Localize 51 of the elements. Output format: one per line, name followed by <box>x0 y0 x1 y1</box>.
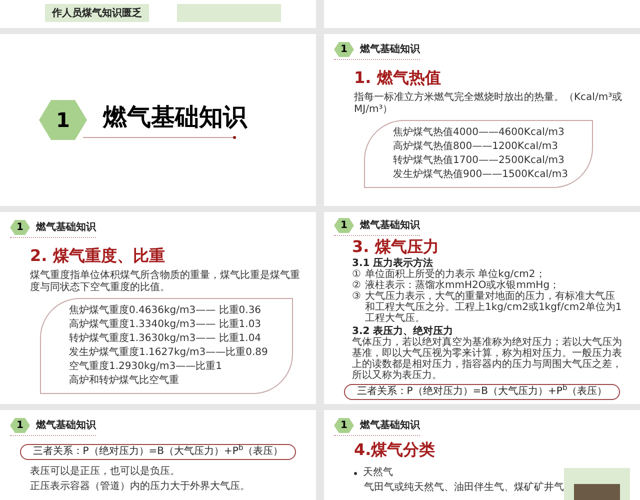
slide[interactable] <box>324 212 640 404</box>
slide[interactable]: 1 燃气基础知识 <box>0 34 316 206</box>
value-line: 高炉煤气重度1.3340kg/m3—— 比重1.03 <box>69 318 262 332</box>
subheading: 3.2 表压力、绝对压力 <box>352 326 454 337</box>
section-label: 燃气基础知识 <box>360 418 420 433</box>
section-label: 燃气基础知识 <box>36 418 96 433</box>
text-panel: 作人员煤气知识匮乏 <box>45 4 149 22</box>
slide-description: 指每一标准立方米燃气完全燃烧时放出的热量。（Kcal/m³或MJ/m³） <box>353 92 624 116</box>
value-line: 发生炉煤气热值900——1500Kcal/m3 <box>393 168 568 182</box>
slide[interactable]: 1 燃气基础知识 1. 燃气热值 指每一标准立方米燃气完全燃烧时放出的热量。（Kcal/m³或MJ/m³） 焦炉煤气热值4000——4600Kcal/m3 高炉煤气热值800——1200Kcal/m3 转炉煤气热值1700——2500Kcal/m3 发生炉煤气热值900——1500Kcal/m3 <box>324 34 640 206</box>
value-line: 转炉煤气热值1700——2500Kcal/m3 <box>393 154 566 168</box>
slide-title: 2. 煤气重度、比重 <box>29 246 166 266</box>
value-line: 焦炉煤气重度0.4636kg/m3—— 比重0.36 <box>69 304 262 318</box>
list-item-text: 大气压力表示，大气的重量对地面的压力，有标准大气压和工程大气压之分。工程上1kg/cm2或1kgf/cm2单位为1工程大气压。 <box>364 291 623 324</box>
section-number-badge: 1 <box>334 218 354 233</box>
section-number-badge: 1 <box>334 42 354 57</box>
section-title: 燃气基础知识 <box>103 102 247 132</box>
slide-title: 3. 煤气压力 <box>351 237 440 257</box>
slide[interactable]: 作人员煤气知识匮乏 <box>0 0 316 28</box>
value-line: 转炉煤气重度1.3630kg/m3—— 比重1.04 <box>69 332 262 346</box>
formula-box: 三者关系：P（绝对压力）=B（大气压力）+P$^{b}$（表压） <box>20 444 296 460</box>
formula-box: 三者关系：P（绝对压力）=B（大气压力）+P$^{b}$（表压） <box>344 384 620 400</box>
value-line: 发生炉煤气重度1.1627kg/m3——比重0.89 <box>69 346 268 360</box>
section-label: 燃气基础知识 <box>36 220 96 235</box>
section-number-badge: 1 <box>39 100 87 140</box>
section-number-badge: 1 <box>10 418 30 433</box>
slide[interactable]: 1 燃气基础知识 三者关系：P（绝对压力）=B（大气压力）+P$^{b}$（表压） 表压可以是正压，也可以是负压。 正压表示容器（管道）内的压力大于外界大气压。 <box>0 410 316 500</box>
slide-title: 1. 燃气热值 <box>353 68 442 88</box>
subheading: 3.1 压力表示方法 <box>352 258 434 269</box>
slide[interactable] <box>0 212 316 404</box>
section-number-badge: 1 <box>334 418 354 433</box>
slide-title: 4.煤气分类 <box>354 440 436 460</box>
list-marker: ① <box>352 269 361 280</box>
note-line: 正压表示容器（管道）内的压力大于外界大气压。 <box>30 481 251 493</box>
list-marker: ② <box>352 280 361 291</box>
list-marker: ③ <box>352 291 361 304</box>
bullet-text: 天然气 <box>363 467 393 479</box>
slide[interactable]: 1 燃气基础知识 4.煤气分类 天然气 气田气或纯天然气、油田伴生气、煤矿矿井气 <box>324 410 640 500</box>
list-item-text: 单位面积上所受的力表示 单位kg/cm2； <box>364 269 546 280</box>
paragraph: 气体压力，若以绝对真空为基准称为绝对压力；若以大气压为基准，即以大气压视为零来计算，称为相对压力。一般压力表上的读数都是相对压力，指容器内的压力与周围大气压之差，所以又称为表压力。 <box>352 337 623 381</box>
slide-description: 煤气重度指单位体积煤气所含物质的重量，煤气比重是煤气重度与同状态下空气重度的比值。 <box>29 270 301 294</box>
value-line: 高炉和转炉煤气比空气重 <box>69 374 180 388</box>
list-item-text: 液柱表示：蒸馏水mmH2O或水银mmHg； <box>364 280 560 291</box>
value-line: 空气重度1.2930kg/m3——比重1 <box>69 360 223 374</box>
section-label: 燃气基础知识 <box>360 42 420 57</box>
value-line: 焦炉煤气热值4000——4600Kcal/m3 <box>393 126 566 140</box>
section-label: 燃气基础知识 <box>360 218 420 233</box>
section-number-badge: 1 <box>10 220 30 235</box>
note-line: 表压可以是正压，也可以是负压。 <box>30 466 181 478</box>
bullet-detail: 气田气或纯天然气、油田伴生气、煤矿矿井气 <box>363 482 564 494</box>
value-line: 高炉煤气热值800——1200Kcal/m3 <box>393 140 559 154</box>
